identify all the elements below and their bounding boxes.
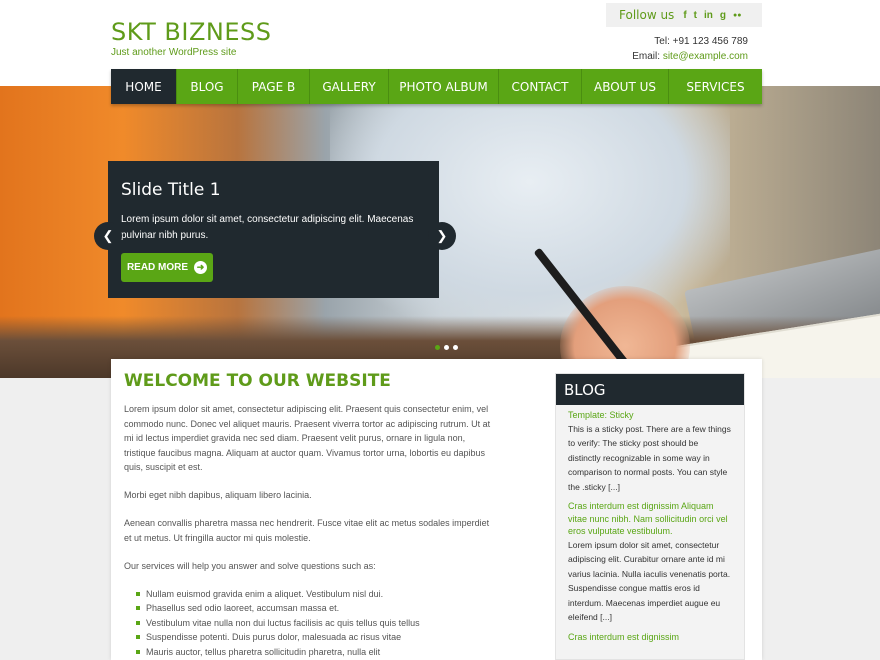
bullet-icon (136, 606, 140, 610)
flickr-icon[interactable]: ●● (733, 12, 741, 19)
list-item: Mauris auctor, tellus pharetra sollicitu… (136, 645, 494, 660)
bullet-icon (136, 649, 140, 654)
sidebar-post: Template: Sticky This is a sticky post. … (556, 409, 744, 494)
email-label: Email: (632, 51, 661, 62)
chevron-left-icon: ❮ (102, 228, 114, 243)
slider-dot-2[interactable] (444, 345, 449, 350)
post-title-link[interactable]: Cras interdum est dignissim Aliquam vita… (568, 500, 732, 538)
paragraph-3: Aenean convallis pharetra massa nec hend… (124, 518, 490, 543)
blog-sidebar: BLOG Template: Sticky This is a sticky p… (555, 373, 745, 660)
twitter-icon[interactable]: t (694, 10, 697, 21)
paragraph-2: Morbi eget nibh dapibus, aliquam libero … (124, 490, 312, 500)
tel-label: Tel: (654, 36, 670, 47)
list-item-text: Nullam euismod gravida enim a aliquet. V… (146, 588, 384, 599)
nav-item-photo-album[interactable]: PHOTO ALBUM (389, 69, 499, 104)
main-column: WELCOME TO OUR WEBSITE Lorem ipsum dolor… (124, 371, 494, 659)
bullet-icon (136, 620, 140, 625)
list-item: Nullam euismod gravida enim a aliquet. V… (136, 587, 494, 602)
list-item-text: Suspendisse potenti. Duis purus dolor, m… (146, 632, 402, 642)
slider-dot-3[interactable] (453, 345, 458, 350)
post-title-link[interactable]: Cras interdum est dignissim (568, 631, 732, 644)
read-more-label: READ MORE (126, 262, 189, 273)
post-excerpt: Lorem ipsum dolor sit amet, consectetur … (568, 539, 731, 623)
services-list: Nullam euismod gravida enim a aliquet. V… (124, 587, 494, 660)
nav-item-contact[interactable]: CONTACT (499, 69, 582, 104)
bullet-icon (136, 591, 140, 596)
content-area: WELCOME TO OUR WEBSITE Lorem ipsum dolor… (111, 359, 762, 660)
list-item-text: Mauris auctor, tellus pharetra sollicitu… (146, 646, 381, 657)
contact-tel: Tel: +91 123 456 789 (654, 36, 748, 47)
slider-pagination (435, 345, 458, 350)
nav-item-services[interactable]: SERVICES (669, 69, 762, 104)
nav-item-gallery[interactable]: GALLERY (310, 69, 389, 104)
chevron-right-icon: ❯ (436, 228, 448, 243)
list-item-text: Vestibulum vitae nulla non dui luctus fa… (146, 617, 420, 628)
page-title: WELCOME TO OUR WEBSITE (124, 371, 391, 391)
linkedin-icon[interactable]: in (704, 10, 713, 21)
bullet-icon (136, 635, 140, 639)
list-item: Suspendisse potenti. Duis purus dolor, m… (136, 630, 494, 645)
post-excerpt: This is a sticky post. There are a few t… (568, 423, 731, 492)
nav-item-page-b[interactable]: PAGE B (238, 69, 310, 104)
intro-paragraph: Lorem ipsum dolor sit amet, consectetur … (124, 404, 491, 472)
list-item: Vestibulum vitae nulla non dui luctus fa… (136, 616, 494, 631)
list-item: Phasellus sed odio laoreet, accumsan mas… (136, 601, 494, 616)
slider-prev-button[interactable]: ❮ (94, 222, 122, 250)
site-logo[interactable]: SKT BIZNESS (111, 18, 271, 46)
slider-next-button[interactable]: ❯ (428, 222, 456, 250)
read-more-button[interactable]: READ MORE ➜ (121, 253, 213, 282)
social-bar: Follow us f t in g ●● (606, 3, 762, 27)
slide-caption: Slide Title 1 Lorem ipsum dolor sit amet… (108, 161, 439, 298)
email-link[interactable]: site@example.com (663, 51, 748, 62)
post-title-link[interactable]: Template: Sticky (568, 409, 732, 422)
googleplus-icon[interactable]: g (720, 10, 726, 21)
slide-title: Slide Title 1 (121, 180, 221, 200)
sidebar-post: Cras interdum est dignissim Aliquam vita… (556, 500, 744, 625)
slide-text: Lorem ipsum dolor sit amet, consectetur … (121, 214, 414, 241)
sidebar-title: BLOG (556, 374, 744, 405)
slider-dot-1[interactable] (435, 345, 440, 350)
arrow-right-circle-icon: ➜ (194, 261, 208, 274)
nav-item-blog[interactable]: BLOG (177, 69, 238, 104)
main-nav: HOME BLOG PAGE B GALLERY PHOTO ALBUM CON… (111, 69, 762, 104)
site-tagline: Just another WordPress site (111, 47, 237, 58)
facebook-icon[interactable]: f (683, 10, 686, 21)
sidebar-post: Cras interdum est dignissim (556, 631, 744, 644)
paragraph-4: Our services will help you answer and so… (124, 560, 376, 571)
list-item-text: Phasellus sed odio laoreet, accumsan mas… (146, 603, 340, 613)
nav-item-home[interactable]: HOME (111, 69, 177, 104)
follow-label: Follow us (619, 8, 675, 22)
contact-email: Email: site@example.com (632, 51, 748, 62)
nav-item-about-us[interactable]: ABOUT US (582, 69, 669, 104)
tel-value: +91 123 456 789 (672, 36, 748, 47)
